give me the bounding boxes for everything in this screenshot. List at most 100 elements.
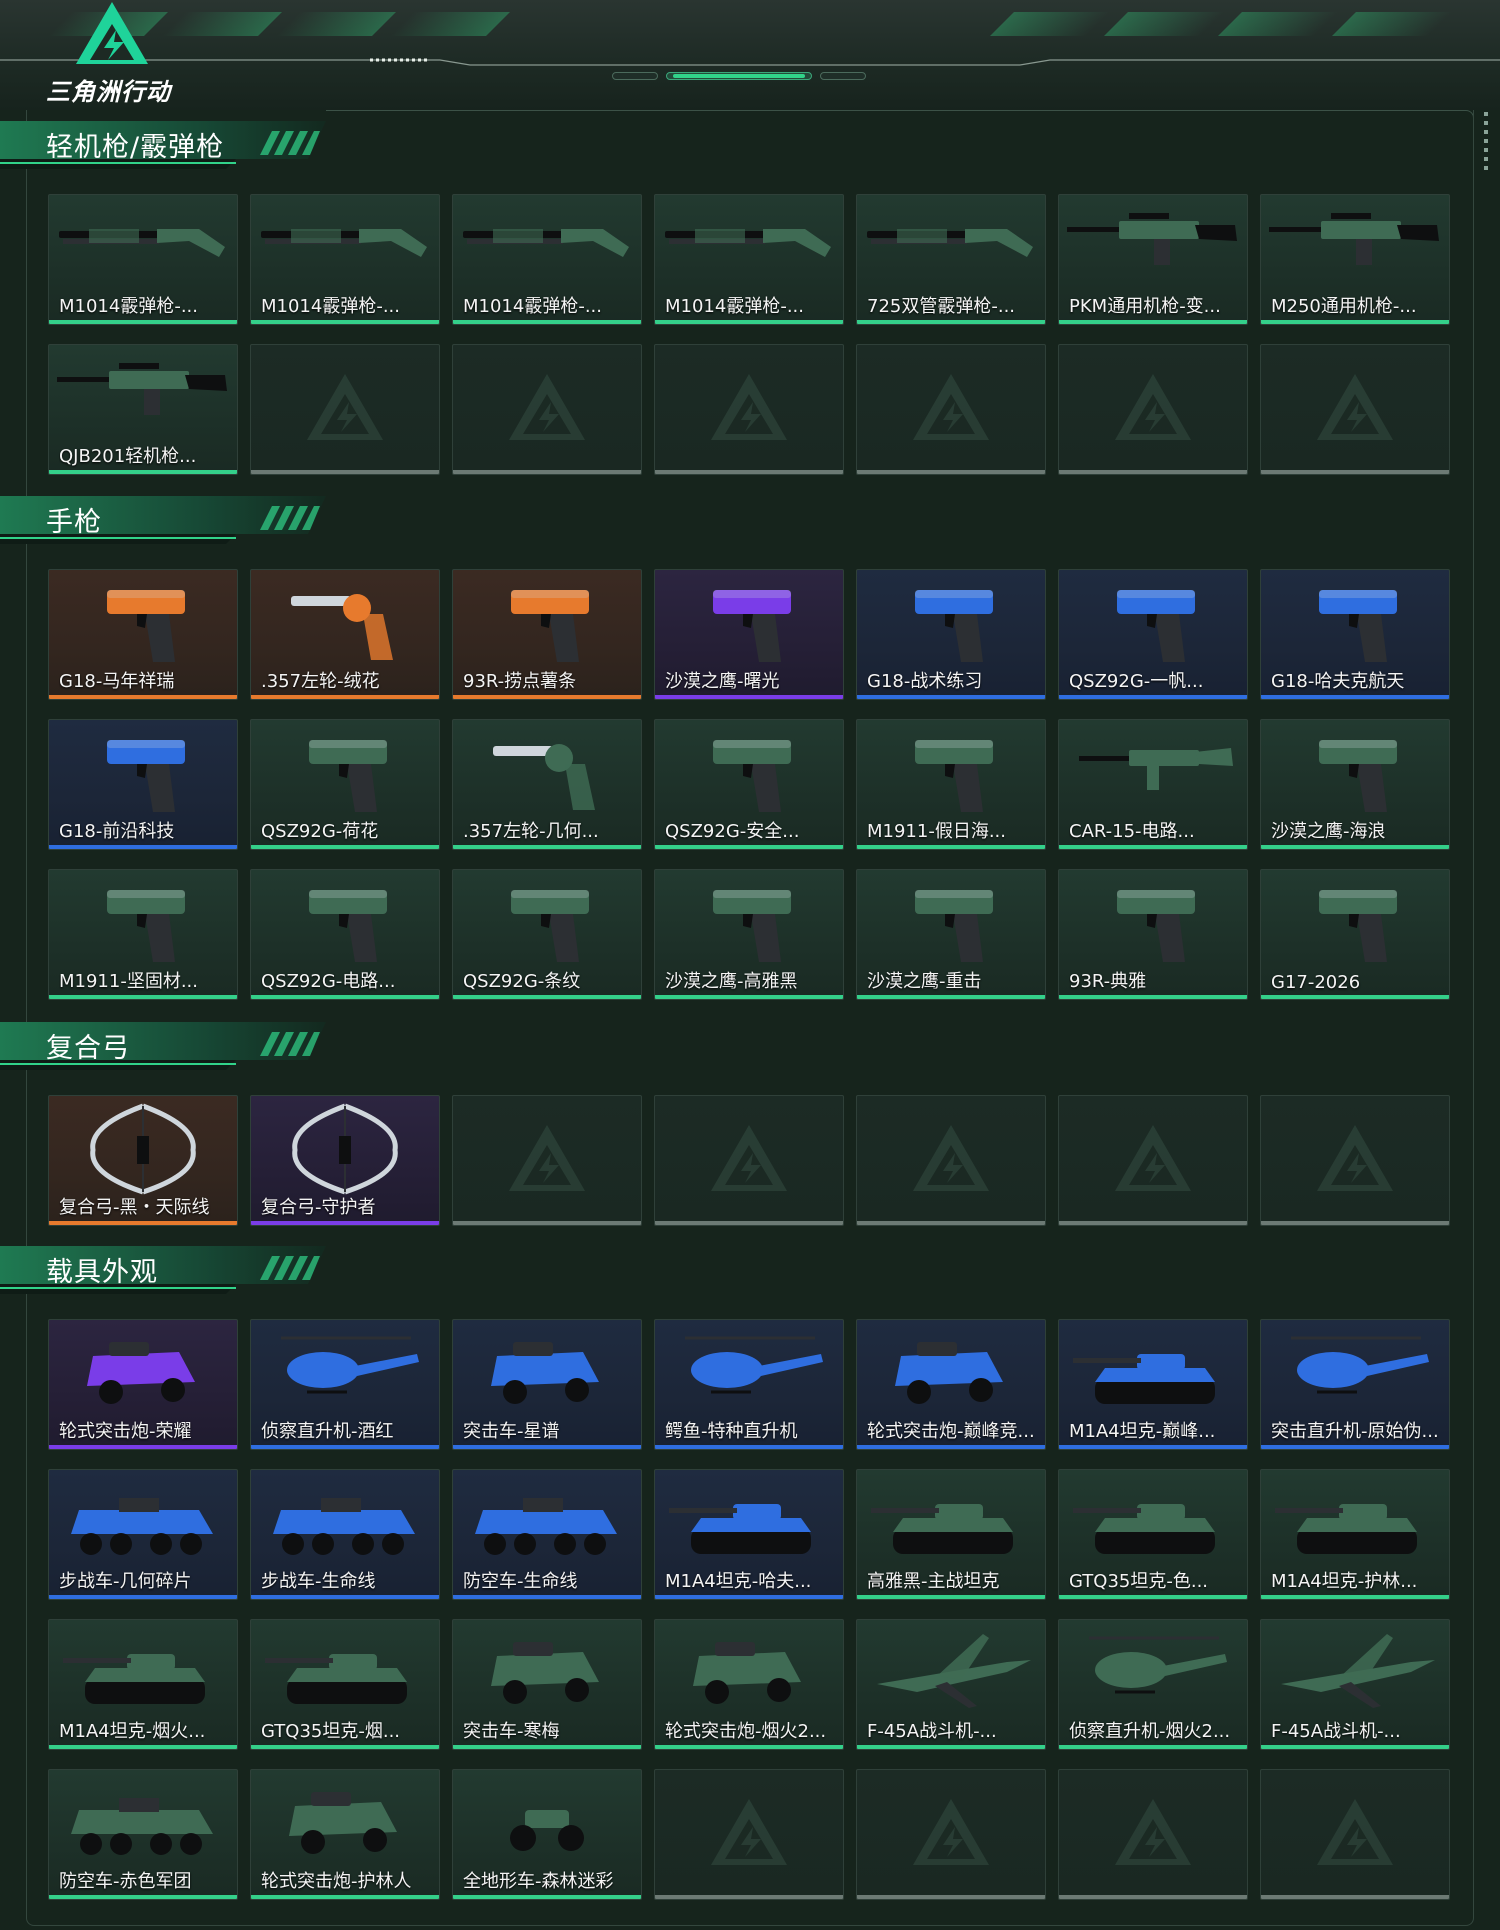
rarity-bar [857,1895,1045,1899]
skin-card[interactable]: 步战车-生命线 [250,1469,440,1600]
shotgun-icon [463,229,629,257]
skin-card[interactable]: 725双管霰弹枪-... [856,194,1046,325]
skin-card[interactable]: PKM通用机枪-变... [1058,194,1248,325]
rarity-bar [1059,845,1247,849]
skin-thumbnail [251,720,439,824]
skin-card[interactable]: F-45A战斗机-... [1260,1619,1450,1750]
rarity-bar [251,1895,439,1899]
skin-thumbnail [1059,1620,1247,1724]
pistol-icon [713,890,791,962]
skin-card[interactable]: G18-战术练习 [856,569,1046,700]
skin-card[interactable]: G18-马年祥瑞 [48,569,238,700]
skin-card[interactable]: 轮式突击炮-荣耀 [48,1319,238,1450]
skin-card[interactable]: 复合弓-黑・天际线 [48,1095,238,1226]
skin-name: M1014霰弹枪-... [59,296,198,317]
fighter-jet-icon [1281,1634,1435,1708]
rarity-bar [453,695,641,699]
skin-card[interactable]: 沙漠之鹰-曙光 [654,569,844,700]
skin-card[interactable]: QJB201轻机枪... [48,344,238,475]
page-dot-active[interactable] [666,72,812,80]
skin-card[interactable]: 侦察直升机-烟火2... [1058,1619,1248,1750]
skin-card[interactable]: 轮式突击炮-巅峰竞... [856,1319,1046,1450]
rarity-bar [49,1445,237,1449]
skin-card[interactable]: 沙漠之鹰-高雅黑 [654,869,844,1000]
skin-card[interactable]: 轮式突击炮-烟火2... [654,1619,844,1750]
skin-thumbnail [453,1470,641,1574]
skin-card[interactable]: 轮式突击炮-护林人 [250,1769,440,1900]
skin-card[interactable]: M1A4坦克-哈夫... [654,1469,844,1600]
skin-card[interactable]: M250通用机枪-... [1260,194,1450,325]
skin-card[interactable]: 沙漠之鹰-海浪 [1260,719,1450,850]
skin-thumbnail [49,1096,237,1200]
skin-card[interactable]: GTQ35坦克-色... [1058,1469,1248,1600]
skin-card[interactable]: M1A4坦克-烟火... [48,1619,238,1750]
armored-car-icon [491,1342,599,1404]
skin-card[interactable]: 防空车-生命线 [452,1469,642,1600]
skin-card[interactable]: QSZ92G-安全... [654,719,844,850]
skin-card[interactable]: M1A4坦克-巅峰... [1058,1319,1248,1450]
rarity-bar [655,995,843,999]
skin-card[interactable]: .357左轮-几何... [452,719,642,850]
scrollbar-handle[interactable] [1484,112,1488,172]
skin-card[interactable]: G18-哈夫克航天 [1260,569,1450,700]
skin-card[interactable]: M1911-坚固材... [48,869,238,1000]
skin-name: QSZ92G-安全... [665,821,800,842]
skin-card[interactable]: 鳄鱼-特种直升机 [654,1319,844,1450]
skin-name: 侦察直升机-烟火2... [1069,1721,1231,1742]
skin-name: GTQ35坦克-烟... [261,1721,401,1742]
skin-name: 突击直升机-原始伪... [1271,1421,1439,1442]
skin-card[interactable]: 复合弓-守护者 [250,1095,440,1226]
skin-card[interactable]: 高雅黑-主战坦克 [856,1469,1046,1600]
fighter-jet-icon [877,1634,1031,1708]
skin-card[interactable]: G18-前沿科技 [48,719,238,850]
page-indicator [612,72,866,80]
skin-thumbnail [49,1320,237,1424]
skin-thumbnail [251,195,439,299]
skin-card[interactable]: GTQ35坦克-烟... [250,1619,440,1750]
skin-card[interactable]: M1014霰弹枪-... [48,194,238,325]
skin-card[interactable]: M1911-假日海... [856,719,1046,850]
skin-card[interactable]: M1014霰弹枪-... [250,194,440,325]
skin-name: M1014霰弹枪-... [261,296,400,317]
skin-card[interactable]: 93R-典雅 [1058,869,1248,1000]
skin-card[interactable]: 突击直升机-原始伪... [1260,1319,1450,1450]
rarity-bar [1261,845,1449,849]
skin-card[interactable]: 突击车-寒梅 [452,1619,642,1750]
skin-card[interactable]: 防空车-赤色军团 [48,1769,238,1900]
section-title: 载具外观 [46,1257,158,1288]
skin-thumbnail [49,1620,237,1724]
helicopter-icon [1291,1336,1429,1394]
skin-card[interactable]: QSZ92G-一帆... [1058,569,1248,700]
skin-card[interactable]: .357左轮-绒花 [250,569,440,700]
skin-card[interactable]: QSZ92G-荷花 [250,719,440,850]
skin-card[interactable]: CAR-15-电路... [1058,719,1248,850]
skin-card[interactable]: 全地形车-森林迷彩 [452,1769,642,1900]
skin-card[interactable]: 沙漠之鹰-重击 [856,869,1046,1000]
skin-card[interactable]: F-45A战斗机-... [856,1619,1046,1750]
skin-card[interactable]: QSZ92G-条纹 [452,869,642,1000]
skin-card[interactable]: 步战车-几何碎片 [48,1469,238,1600]
skin-card[interactable]: QSZ92G-电路... [250,869,440,1000]
skin-card[interactable]: G17-2026 [1260,869,1450,1000]
section-header: 手枪 [0,492,330,548]
skin-name: 沙漠之鹰-海浪 [1271,821,1386,842]
skin-card[interactable]: 93R-捞点薯条 [452,569,642,700]
rarity-bar [1261,995,1449,999]
empty-slot [654,1095,844,1226]
skin-card[interactable]: M1A4坦克-护林... [1260,1469,1450,1600]
skin-thumbnail [1261,720,1449,824]
page-dot[interactable] [612,72,658,80]
pistol-icon [915,740,993,812]
page-dot[interactable] [820,72,866,80]
skin-name: QSZ92G-条纹 [463,971,581,992]
helicopter-icon [1089,1636,1227,1694]
empty-slot [1260,1769,1450,1900]
skin-card[interactable]: M1014霰弹枪-... [452,194,642,325]
rarity-bar [49,1595,237,1599]
skin-card[interactable]: 侦察直升机-酒红 [250,1319,440,1450]
watermark-logo-icon [913,373,989,440]
skin-card[interactable]: M1014霰弹枪-... [654,194,844,325]
skin-thumbnail [251,1320,439,1424]
skin-card[interactable]: 突击车-星谱 [452,1319,642,1450]
skin-name: F-45A战斗机-... [867,1721,997,1742]
